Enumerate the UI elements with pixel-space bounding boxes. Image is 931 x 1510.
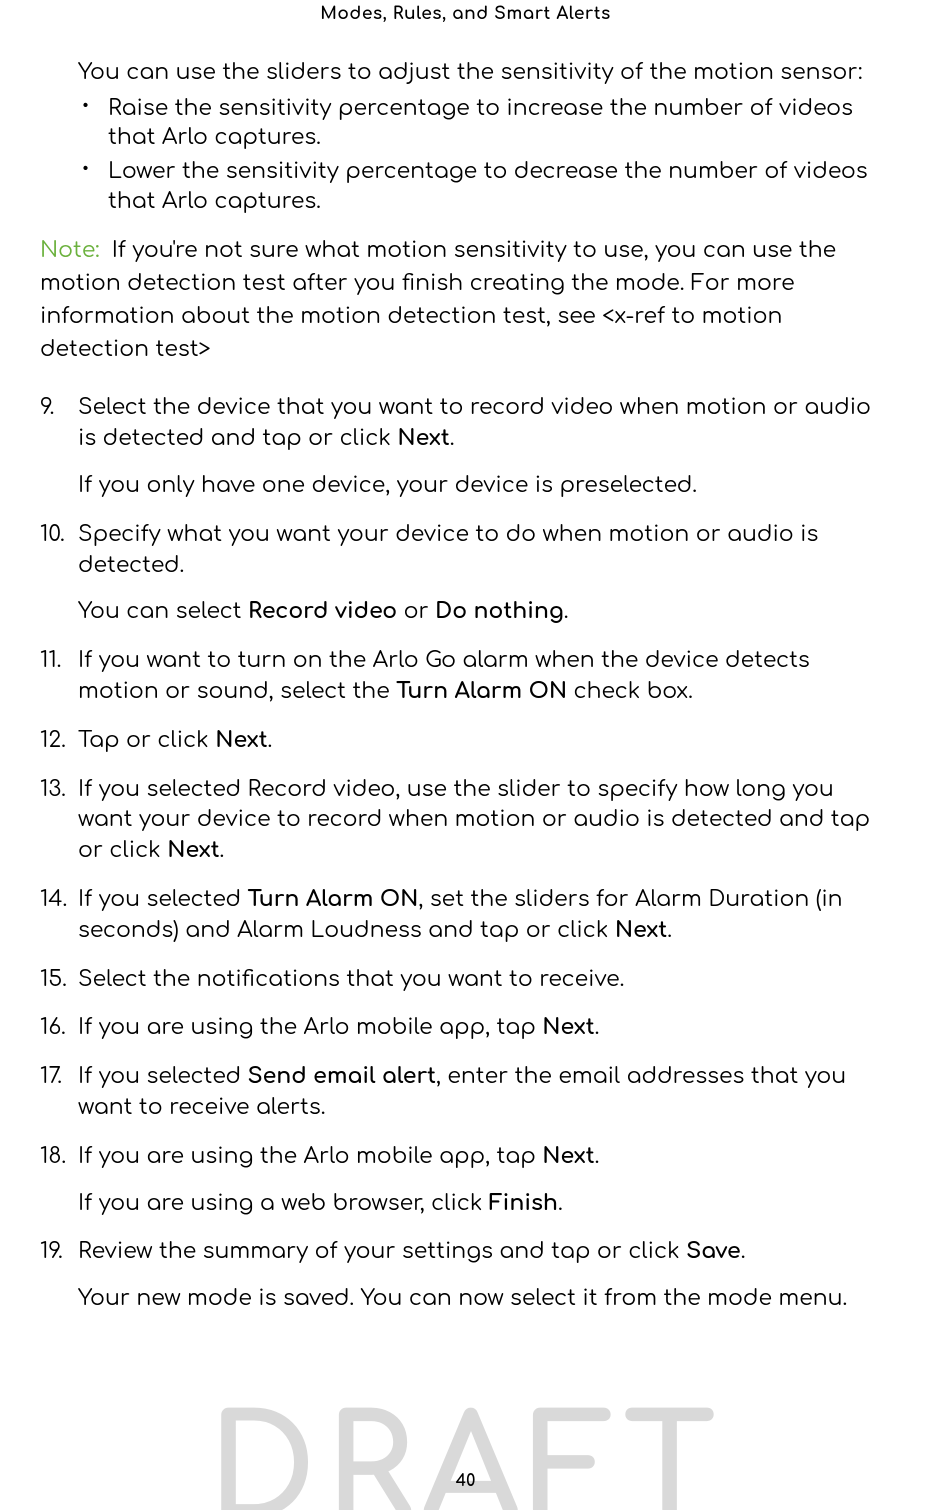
step-number: 15. [40,965,67,996]
body-text: . [564,600,569,624]
step-subtext: If you are using a web browser, click Fi… [78,1189,891,1220]
step-number: 11. [40,646,61,677]
body-text: Specify what you want your device to do … [78,523,818,578]
draft-watermark: DRAFT [207,1394,724,1510]
step-number: 13. [40,775,66,806]
step-number: 14. [40,885,67,916]
bold-text: Do nothing [435,600,564,624]
step-number: 18. [40,1142,66,1173]
page-number: 40 [456,1472,476,1490]
step-item: 10. Specify what you want your device to … [40,520,891,628]
body-text: If you selected [78,1065,247,1089]
step-text: If you want to turn on the Arlo Go alarm… [78,649,810,704]
body-text: . [595,1016,600,1040]
step-subtext: Your new mode is saved. You can now sele… [78,1284,891,1315]
step-text: Tap or click Next. [78,729,272,753]
bold-text: Next [542,1016,594,1040]
intro-text: You can use the sliders to adjust the se… [40,59,891,89]
list-item: Lower the sensitivity percentage to decr… [78,158,891,217]
body-text: Tap or click [78,729,215,753]
step-number: 16. [40,1013,66,1044]
step-subtext: You can select Record video or Do nothin… [78,597,891,628]
step-item: 13. If you selected Record video, use the… [40,775,891,867]
step-text: Review the summary of your settings and … [78,1240,745,1264]
note-text: If you're not sure what motion sensitivi… [40,239,836,362]
body-text: . [268,729,273,753]
step-text: If you are using the Arlo mobile app, ta… [78,1016,599,1040]
body-text: check box. [567,680,693,704]
body-text: . [558,1192,563,1216]
step-item: 12. Tap or click Next. [40,726,891,757]
body-text: Select the device that you want to recor… [78,396,871,451]
step-item: 11. If you want to turn on the Arlo Go al… [40,646,891,708]
bold-text: Record video [248,600,397,624]
body-text: Review the summary of your settings and … [78,1240,686,1264]
bold-text: Finish [489,1192,558,1216]
bold-text: Next [615,919,667,943]
body-text: . [741,1240,746,1264]
bold-text: Next [397,427,449,451]
body-text: If you only have one device, your device… [78,474,697,498]
bold-text: Turn Alarm ON [396,680,567,704]
body-text: . [595,1145,600,1169]
body-text: . [220,839,225,863]
note-label: Note: [40,239,100,263]
body-text: Select the notifications that you want t… [78,968,624,992]
step-number: 9. [40,393,54,424]
body-text: or [397,600,435,624]
document-page: Modes, Rules, and Smart Alerts You can u… [0,0,931,1510]
page-header: Modes, Rules, and Smart Alerts [40,0,891,59]
step-number: 19. [40,1237,63,1268]
step-item: 9. Select the device that you want to rec… [40,393,891,501]
body-text: Your new mode is saved. You can now sele… [78,1287,847,1311]
bold-text: Next [215,729,267,753]
step-item: 16. If you are using the Arlo mobile app,… [40,1013,891,1044]
step-subtext: If you only have one device, your device… [78,471,891,502]
bold-text: Send email alert [247,1065,436,1089]
bold-text: Turn Alarm ON [247,888,418,912]
step-item: 17. If you selected Send email alert, ent… [40,1062,891,1124]
step-text: Select the notifications that you want t… [78,968,624,992]
step-text: If you selected Send email alert, enter … [78,1065,846,1120]
note-block: Note:If you're not sure what motion sens… [40,235,891,367]
body-text: You can select [78,600,248,624]
bold-text: Save [686,1240,741,1264]
body-text: . [667,919,672,943]
body-text: If you are using a web browser, click [78,1192,489,1216]
body-text: If you are using the Arlo mobile app, ta… [78,1145,542,1169]
step-item: 19. Review the summary of your settings a… [40,1237,891,1315]
step-item: 14. If you selected Turn Alarm ON, set th… [40,885,891,947]
list-item: Raise the sensitivity percentage to incr… [78,95,891,154]
step-text: Specify what you want your device to do … [78,523,818,578]
step-text: If you selected Record video, use the sl… [78,778,870,864]
step-item: 15. Select the notifications that you wan… [40,965,891,996]
step-number: 10. [40,520,65,551]
steps-list: 9. Select the device that you want to rec… [40,393,891,1315]
step-text: If you are using the Arlo mobile app, ta… [78,1145,599,1169]
step-item: 18. If you are using the Arlo mobile app,… [40,1142,891,1220]
body-text: If you selected [78,888,247,912]
step-number: 17. [40,1062,62,1093]
bold-text: Next [167,839,219,863]
bullet-list: Raise the sensitivity percentage to incr… [40,95,891,218]
bold-text: Next [542,1145,594,1169]
step-text: If you selected Turn Alarm ON, set the s… [78,888,843,943]
body-text: If you are using the Arlo mobile app, ta… [78,1016,542,1040]
step-number: 12. [40,726,66,757]
body-text: . [450,427,455,451]
step-text: Select the device that you want to recor… [78,396,871,451]
